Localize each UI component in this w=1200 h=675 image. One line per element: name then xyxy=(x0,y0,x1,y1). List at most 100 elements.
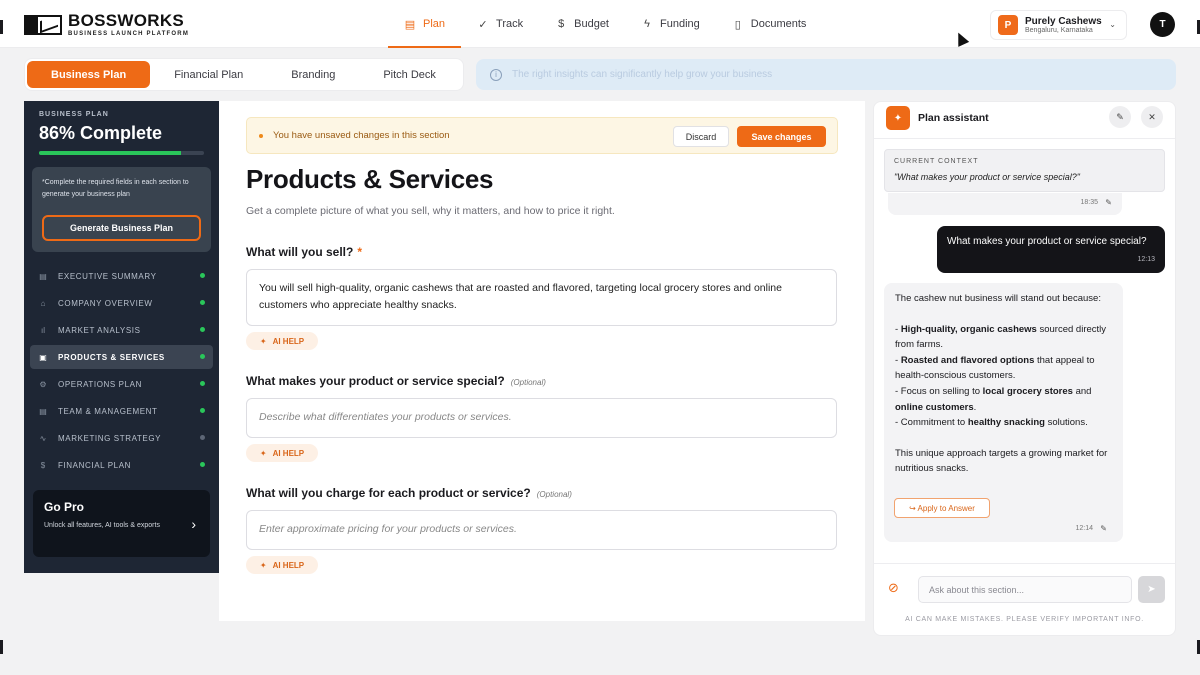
assistant-message: The cashew nut business will stand out b… xyxy=(884,283,1123,542)
ai-help-label: AI HELP xyxy=(272,448,305,458)
complete-status-dot xyxy=(200,408,205,413)
send-icon[interactable]: ➤ xyxy=(1138,576,1165,603)
nav-item-track[interactable]: ✓ Track xyxy=(461,0,539,48)
unsaved-message: You have unsaved changes in this section xyxy=(273,130,450,141)
sidebar-item-operations-plan[interactable]: ⚙ OPERATIONS PLAN xyxy=(30,372,213,396)
sidebar-item-company-overview[interactable]: ⌂ COMPANY OVERVIEW xyxy=(30,291,213,315)
sparkle-icon: ✦ xyxy=(886,106,910,130)
chevron-down-icon: ⌄ xyxy=(1109,20,1116,29)
plan-sidebar: BUSINESS PLAN 86% Complete *Complete the… xyxy=(24,101,219,573)
business-avatar: P xyxy=(998,15,1018,35)
nav-item-budget[interactable]: $ Budget xyxy=(539,0,625,48)
tab-financial-plan[interactable]: Financial Plan xyxy=(150,61,267,88)
sidebar-item-team-management[interactable]: ▤ TEAM & MANAGEMENT xyxy=(30,399,213,423)
optional-tag: (Optional) xyxy=(536,490,572,499)
sidebar-item-label: FINANCIAL PLAN xyxy=(58,460,132,470)
sidebar-item-label: TEAM & MANAGEMENT xyxy=(58,406,158,416)
ai-help-button[interactable]: ✦ AI HELP xyxy=(246,332,318,350)
info-icon: i xyxy=(490,68,502,81)
sidebar-item-financial-plan[interactable]: $ FINANCIAL PLAN xyxy=(30,453,213,477)
tab-branding[interactable]: Branding xyxy=(267,61,359,88)
nav-item-plan[interactable]: ▤ Plan xyxy=(388,0,462,48)
sidebar-item-executive-summary[interactable]: ▤ EXECUTIVE SUMMARY xyxy=(30,264,213,288)
gear-icon: ⚙ xyxy=(39,379,47,389)
sidebar-item-marketing-strategy[interactable]: ∿ MARKETING STRATEGY xyxy=(30,426,213,450)
trend-icon: ∿ xyxy=(39,433,47,443)
ai-help-button[interactable]: ✦ AI HELP xyxy=(246,556,318,574)
question-text: What will you charge for each product or… xyxy=(246,486,531,500)
sparkle-icon: ✦ xyxy=(259,448,267,458)
go-pro-title: Go Pro xyxy=(44,500,85,514)
pin-icon[interactable]: ✎ xyxy=(1105,198,1112,207)
answer-field-special[interactable]: Describe what differentiates your produc… xyxy=(246,398,837,438)
tab-business-plan[interactable]: Business Plan xyxy=(27,61,151,88)
nav-label: Track xyxy=(496,18,524,30)
message-time: 12:14 xyxy=(1075,525,1093,532)
file-icon: ▯ xyxy=(734,18,741,31)
tab-pitch-deck[interactable]: Pitch Deck xyxy=(359,61,460,88)
assistant-message-text: The cashew nut business will stand out b… xyxy=(895,291,1117,477)
completion-progress-bar xyxy=(39,151,204,155)
answer-field-what-sell[interactable]: You will sell high-quality, organic cash… xyxy=(246,269,837,326)
question-label-pricing: What will you charge for each product or… xyxy=(246,486,572,500)
user-message: What makes your product or service speci… xyxy=(937,226,1165,273)
generate-business-plan-button[interactable]: Generate Business Plan xyxy=(42,215,201,241)
sidebar-item-label: EXECUTIVE SUMMARY xyxy=(58,271,157,281)
dollar-icon: $ xyxy=(558,18,565,30)
ai-disclaimer: AI CAN MAKE MISTAKES. PLEASE VERIFY IMPO… xyxy=(905,616,1144,623)
required-mark: * xyxy=(357,245,363,259)
close-icon[interactable]: ✕ xyxy=(1141,106,1163,128)
building-icon: ⌂ xyxy=(40,298,46,308)
chevron-right-icon: › xyxy=(191,516,196,532)
sidebar-item-label: MARKET ANALYSIS xyxy=(58,325,141,335)
business-location: Bengaluru, Karnataka xyxy=(1025,26,1093,34)
completion-percent: 86% Complete xyxy=(39,123,163,143)
answer-field-pricing[interactable]: Enter approximate pricing for your produ… xyxy=(246,510,837,550)
sparkle-icon: ✦ xyxy=(259,560,267,570)
plan-assistant-panel: ✦ Plan assistant ✎ ✕ 18:35 ✎ CURRENT CON… xyxy=(873,101,1176,636)
ask-input[interactable] xyxy=(918,576,1132,603)
go-pro-card[interactable]: Go Pro Unlock all features, AI tools & e… xyxy=(33,490,210,557)
sidebar-item-label: OPERATIONS PLAN xyxy=(58,379,142,389)
complete-status-dot xyxy=(200,381,205,386)
ai-help-button[interactable]: ✦ AI HELP xyxy=(246,444,318,462)
section-list: ▤ EXECUTIVE SUMMARY ⌂ COMPANY OVERVIEW ı… xyxy=(30,264,213,480)
apply-to-answer-button[interactable]: ↪ Apply to Answer xyxy=(894,498,990,518)
discard-button[interactable]: Discard xyxy=(673,126,729,147)
message-time: 18:35 xyxy=(1080,199,1098,206)
paperclip-icon[interactable]: ⊘ xyxy=(888,580,899,596)
banner-text: The right insights can significantly hel… xyxy=(512,69,773,80)
brand-tagline: BUSINESS LAUNCH PLATFORM xyxy=(68,31,190,37)
question-label-what-sell: What will you sell? * xyxy=(246,245,362,259)
pin-icon[interactable]: ✎ xyxy=(1109,106,1131,128)
nav-label: Plan xyxy=(423,18,446,30)
question-text: What makes your product or service speci… xyxy=(246,374,505,388)
divider xyxy=(874,138,1175,139)
brand-name: BOSSWORKS xyxy=(68,11,185,30)
unsaved-changes-bar: You have unsaved changes in this section… xyxy=(246,117,838,154)
bot-outro: This unique approach targets a growing m… xyxy=(895,447,1108,475)
brand-logo[interactable]: BOSSWORKS BUSINESS LAUNCH PLATFORM xyxy=(24,12,189,37)
window-edge xyxy=(0,640,3,654)
complete-status-dot xyxy=(200,354,205,359)
complete-status-dot xyxy=(200,273,205,278)
nav-item-funding[interactable]: ϟ Funding xyxy=(625,0,716,48)
user-message-text: What makes your product or service speci… xyxy=(947,236,1147,247)
warning-dot-icon xyxy=(259,134,263,138)
incomplete-status-dot xyxy=(200,435,205,440)
sidebar-item-market-analysis[interactable]: ıl MARKET ANALYSIS xyxy=(30,318,213,342)
save-changes-button[interactable]: Save changes xyxy=(737,126,826,147)
page-subtitle: Get a complete picture of what you sell,… xyxy=(246,205,615,217)
logo-icon xyxy=(24,14,62,36)
nav-item-documents[interactable]: ▯ Documents xyxy=(716,0,823,48)
assistant-title: Plan assistant xyxy=(918,112,989,124)
section-editor: You have unsaved changes in this section… xyxy=(219,101,865,621)
complete-status-dot xyxy=(200,300,205,305)
message-time: 12:13 xyxy=(1137,256,1155,263)
pin-icon[interactable]: ✎ xyxy=(1100,524,1107,533)
user-avatar[interactable]: T xyxy=(1150,12,1175,37)
insights-banner: i The right insights can significantly h… xyxy=(476,59,1176,90)
sidebar-item-products-services[interactable]: ▣ PRODUCTS & SERVICES xyxy=(30,345,213,369)
business-switcher[interactable]: P Purely Cashews Bengaluru, Karnataka ⌄ xyxy=(990,10,1127,40)
bot-point: - Commitment to healthy snacking solutio… xyxy=(895,417,1088,429)
